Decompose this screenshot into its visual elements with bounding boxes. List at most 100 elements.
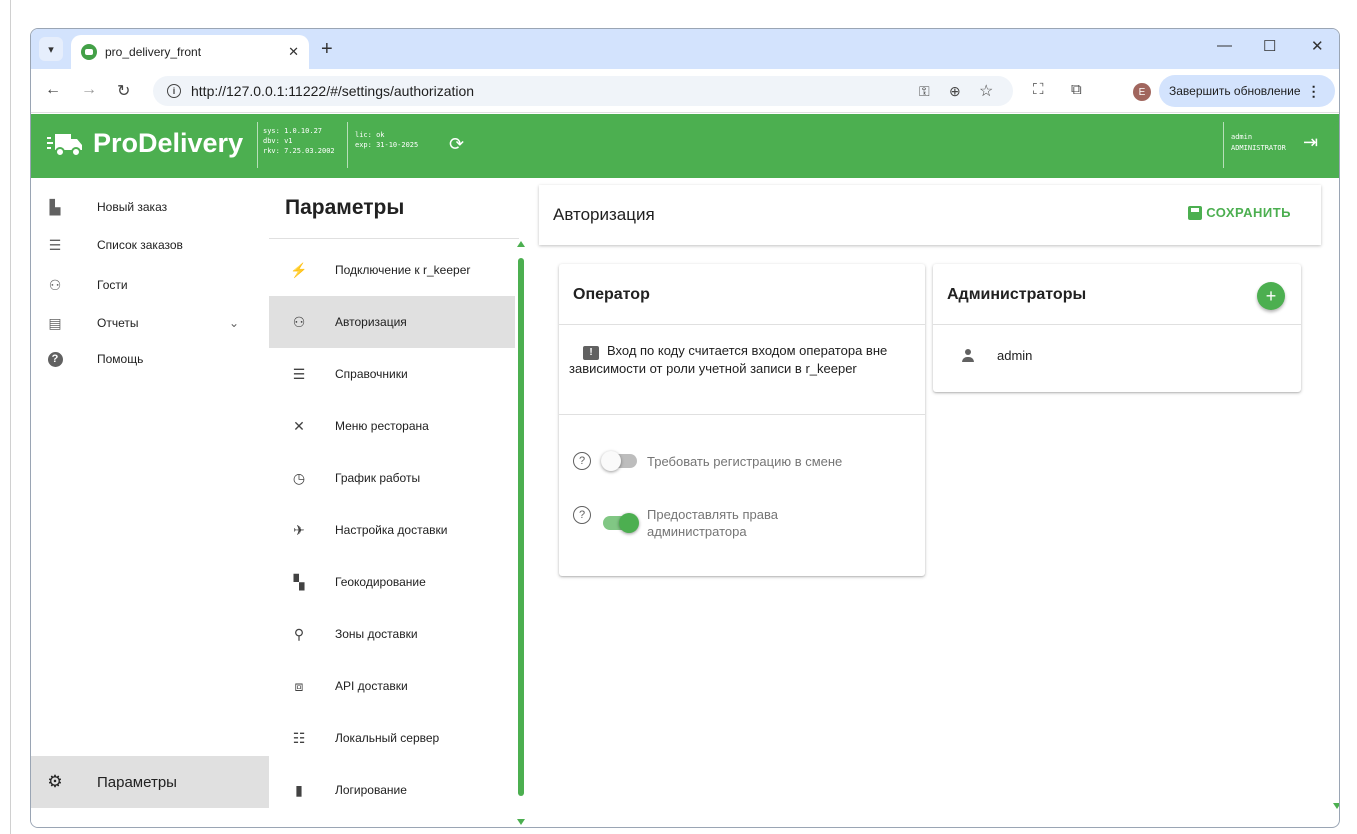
tab-close-icon[interactable]: ✕: [288, 44, 299, 60]
forward-icon[interactable]: →: [81, 81, 97, 99]
option-require-shift-registration: ? Требовать регистрацию в смене: [573, 451, 843, 471]
delivery-settings-icon: ✈: [293, 521, 305, 538]
sidebar-item-reports[interactable]: ▤ Отчеты ⌄: [31, 304, 269, 342]
list-item[interactable]: admin: [961, 348, 1032, 363]
screenshot-icon[interactable]: ⛶: [1033, 81, 1044, 98]
option-label: Требовать регистрацию в смене: [647, 453, 843, 469]
option-label: Предоставлять права администратора: [647, 507, 778, 539]
divider: [559, 324, 925, 325]
favicon-icon: [81, 44, 97, 60]
new-tab-button[interactable]: +: [321, 37, 333, 61]
sidebar-item-label: Отчеты: [97, 316, 139, 330]
save-button[interactable]: СОХРАНИТЬ: [1188, 205, 1291, 220]
url-input[interactable]: i http://127.0.0.1:11222/#/settings/auth…: [153, 76, 1013, 106]
settings-item-delivery-zones[interactable]: ⚲ Зоны доставки: [269, 608, 515, 660]
zoom-icon[interactable]: ⊕: [949, 83, 961, 100]
finish-update-button[interactable]: Завершить обновление ⋮: [1159, 75, 1335, 107]
settings-item-label: Настройка доставки: [335, 523, 448, 537]
settings-item-directories[interactable]: ☰ Справочники: [269, 348, 515, 400]
scroll-up-arrow[interactable]: [517, 241, 525, 247]
settings-item-rkeeper-connection[interactable]: ⚡ Подключение к r_keeper: [269, 244, 515, 296]
tab-title: pro_delivery_front: [105, 45, 202, 59]
person-icon: [961, 348, 975, 363]
settings-item-label: Локальный сервер: [335, 731, 440, 745]
bookmark-star-icon[interactable]: ☆: [979, 81, 993, 101]
settings-item-label: Геокодирование: [335, 575, 426, 589]
question-icon[interactable]: ?: [573, 452, 591, 470]
minimize-icon[interactable]: —: [1217, 37, 1232, 54]
help-icon: ?: [47, 351, 63, 367]
page-scroll-up[interactable]: [1333, 121, 1339, 127]
operator-title: Оператор: [573, 286, 650, 303]
site-info-icon[interactable]: i: [167, 84, 181, 98]
settings-item-label: API доставки: [335, 679, 408, 693]
list-icon: ☰: [292, 365, 306, 382]
settings-item-local-server[interactable]: ☷ Локальный сервер: [269, 712, 515, 764]
list-icon: ☰: [48, 236, 62, 253]
settings-item-geocoding[interactable]: ▚ Геокодирование: [269, 556, 515, 608]
browser-window: ▾ pro_delivery_front ✕ + — ☐ ✕ ← → ↻ i h…: [30, 28, 1340, 828]
sidebar-item-label: Гости: [97, 278, 128, 292]
tab-strip: ▾ pro_delivery_front ✕ + — ☐ ✕: [31, 29, 1339, 69]
sidebar-item-order-list[interactable]: ☰ Список заказов: [31, 226, 269, 264]
settings-item-label: Авторизация: [335, 315, 407, 329]
header-divider: [347, 122, 348, 168]
settings-item-authorization[interactable]: ⚇ Авторизация: [269, 296, 515, 348]
license-expiry: exp: 31-10-2025: [355, 141, 419, 149]
browser-tab[interactable]: pro_delivery_front ✕: [71, 35, 309, 69]
administrators-card: Администраторы + admin: [933, 264, 1301, 392]
settings-item-label: Логирование: [335, 783, 407, 797]
logout-icon[interactable]: ⇥: [1303, 132, 1318, 153]
maximize-icon[interactable]: ☐: [1263, 37, 1276, 55]
question-icon[interactable]: ?: [573, 506, 591, 524]
settings-item-restaurant-menu[interactable]: ✕ Меню ресторана: [269, 400, 515, 452]
tab-search-button[interactable]: ▾: [39, 37, 63, 61]
settings-item-delivery-api[interactable]: ⧈ API доставки: [269, 660, 515, 712]
sidebar-item-label: Параметры: [97, 773, 177, 791]
sidebar-item-settings[interactable]: ⚙ Параметры: [31, 756, 269, 808]
sidebar-item-new-order[interactable]: ▙ Новый заказ: [31, 188, 269, 226]
settings-item-label: График работы: [335, 471, 421, 485]
delivery-truck-icon: [47, 134, 82, 157]
user-name: admin: [1231, 133, 1253, 141]
log-icon: ▮: [295, 781, 303, 798]
add-admin-button[interactable]: +: [1257, 282, 1285, 310]
user-role: ADMINISTRATOR: [1231, 144, 1286, 152]
refresh-icon[interactable]: ⟳: [449, 134, 464, 155]
profile-avatar[interactable]: E: [1133, 83, 1151, 101]
sidebar-item-guests[interactable]: ⚇ Гости: [31, 266, 269, 304]
operator-info-text: Вход по коду считается входом оператора …: [569, 343, 888, 376]
header-divider: [257, 122, 258, 168]
url-text: http://127.0.0.1:11222/#/settings/author…: [191, 83, 475, 99]
divider: [933, 324, 1301, 325]
admin-name: admin: [997, 348, 1033, 363]
alert-icon: !: [583, 346, 599, 360]
rk-version: rkv: 7.25.03.2002: [263, 147, 335, 155]
license-status: lic: ok: [355, 131, 385, 139]
settings-item-logging[interactable]: ▮ Логирование: [269, 764, 515, 816]
page-title: Авторизация: [553, 205, 655, 224]
more-menu-icon[interactable]: ⋮: [1307, 83, 1321, 100]
user-info: admin ADMINISTRATOR: [1231, 132, 1286, 154]
password-key-icon[interactable]: ⚿: [919, 83, 930, 100]
require-shift-toggle[interactable]: [601, 451, 637, 471]
page-scroll-down[interactable]: [1333, 803, 1339, 809]
sidebar-item-label: Список заказов: [97, 238, 183, 252]
back-icon[interactable]: ←: [45, 81, 61, 99]
settings-item-label: Меню ресторана: [335, 419, 429, 433]
scroll-down-arrow[interactable]: [517, 819, 525, 825]
administrators-title: Администраторы: [947, 286, 1087, 303]
settings-item-delivery-settings[interactable]: ✈ Настройка доставки: [269, 504, 515, 556]
reload-icon[interactable]: ↻: [117, 81, 130, 101]
gear-icon: ⚙: [47, 772, 63, 791]
page-edge-line: [10, 0, 11, 834]
extensions-icon[interactable]: ⧉: [1071, 81, 1082, 98]
operator-card: Оператор ! Вход по коду считается входом …: [559, 264, 925, 576]
settings-item-schedule[interactable]: ◷ График работы: [269, 452, 515, 504]
sidebar-item-help[interactable]: ? Помощь: [31, 340, 269, 378]
sys-version: sys: 1.0.10.27: [263, 127, 323, 135]
scrollbar-thumb[interactable]: [518, 258, 524, 796]
grant-admin-toggle[interactable]: [603, 513, 639, 533]
settings-title: Параметры: [285, 196, 405, 219]
close-window-icon[interactable]: ✕: [1311, 37, 1324, 55]
